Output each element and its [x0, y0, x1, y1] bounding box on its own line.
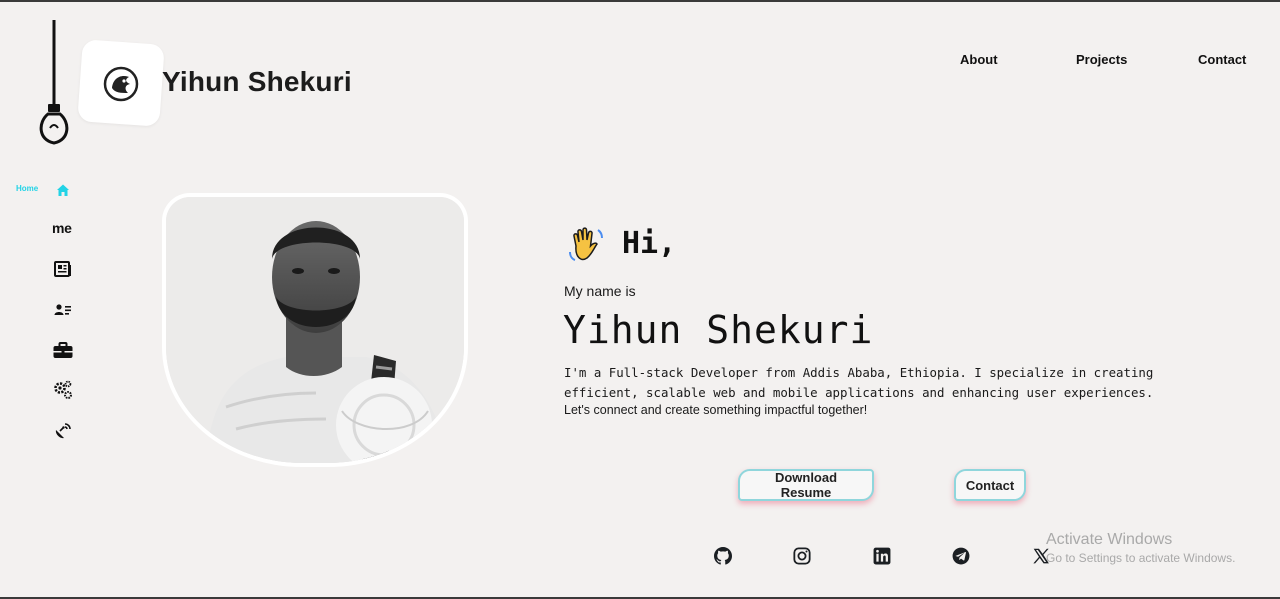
- download-resume-button[interactable]: Download Resume: [738, 469, 874, 501]
- bio-text: I'm a Full-stack Developer from Addis Ab…: [564, 365, 1154, 400]
- telegram-icon[interactable]: [952, 547, 970, 565]
- bio-cta-text: Let's connect and create something impac…: [564, 403, 868, 417]
- satellite-dish-icon[interactable]: [53, 421, 73, 441]
- gears-icon[interactable]: [53, 380, 73, 400]
- intro-text: My name is: [564, 283, 636, 299]
- home-icon[interactable]: [53, 180, 73, 200]
- linkedin-icon[interactable]: [873, 547, 891, 565]
- greeting-text: Hi,: [622, 226, 677, 261]
- activate-windows-subtitle: Go to Settings to activate Windows.: [1046, 551, 1236, 565]
- github-icon[interactable]: [714, 547, 732, 565]
- hanging-lightbulb-icon: [39, 20, 69, 145]
- instagram-icon[interactable]: [793, 547, 811, 565]
- id-card-icon[interactable]: [53, 300, 73, 320]
- contact-button[interactable]: Contact: [954, 469, 1026, 501]
- sidebar-home-label: Home: [16, 184, 39, 193]
- waving-hand-icon: [569, 227, 603, 261]
- nav-projects-link[interactable]: Projects: [1076, 52, 1127, 67]
- hero-name: Yihun Shekuri: [563, 308, 874, 352]
- nav-about-link[interactable]: About: [960, 52, 998, 67]
- profile-photo: [162, 193, 468, 467]
- nav-contact-link[interactable]: Contact: [1198, 52, 1246, 67]
- activate-windows-title: Activate Windows: [1046, 531, 1173, 548]
- site-title[interactable]: Yihun Shekuri: [162, 66, 352, 98]
- sidebar-item-me[interactable]: me: [52, 220, 72, 236]
- newspaper-icon[interactable]: [53, 259, 73, 279]
- lion-logo-icon: [103, 66, 139, 102]
- briefcase-icon[interactable]: [53, 340, 73, 360]
